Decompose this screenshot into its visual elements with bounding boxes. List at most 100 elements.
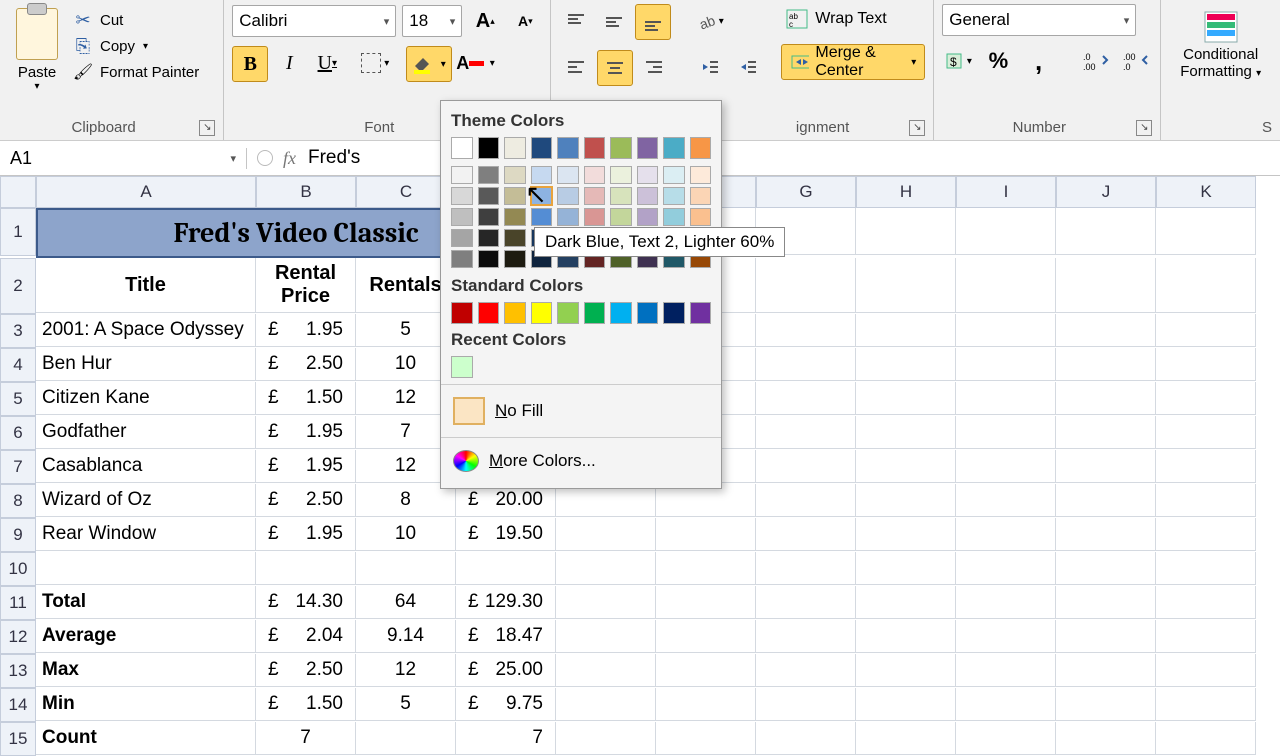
color-swatch[interactable]: [584, 302, 606, 324]
no-fill-item[interactable]: No Fill: [451, 391, 711, 431]
row-header[interactable]: 7: [0, 450, 36, 484]
accounting-button[interactable]: $▾: [942, 44, 974, 78]
color-swatch[interactable]: [610, 208, 632, 226]
color-swatch[interactable]: [504, 187, 526, 205]
merge-center-button[interactable]: Merge & Center ▾: [781, 44, 925, 80]
color-swatch[interactable]: [478, 166, 500, 184]
color-swatch[interactable]: [637, 166, 659, 184]
row-header[interactable]: 6: [0, 416, 36, 450]
color-swatch[interactable]: [531, 302, 553, 324]
color-swatch[interactable]: [478, 137, 500, 159]
color-swatch[interactable]: [584, 208, 606, 226]
color-swatch[interactable]: [504, 166, 526, 184]
col-header[interactable]: A: [36, 176, 256, 208]
color-swatch[interactable]: [610, 137, 632, 159]
row-header[interactable]: 12: [0, 620, 36, 654]
row-header[interactable]: 10: [0, 552, 36, 586]
row-header[interactable]: 13: [0, 654, 36, 688]
col-header[interactable]: B: [256, 176, 356, 208]
color-swatch[interactable]: [690, 166, 712, 184]
align-bottom-button[interactable]: [635, 4, 671, 40]
decrease-indent-button[interactable]: [693, 50, 727, 84]
color-swatch[interactable]: [663, 208, 685, 226]
color-swatch[interactable]: [451, 137, 473, 159]
col-header[interactable]: H: [856, 176, 956, 208]
color-swatch[interactable]: [451, 208, 473, 226]
border-button[interactable]: ▾: [358, 46, 392, 80]
color-swatch[interactable]: [557, 166, 579, 184]
font-name-dropdown[interactable]: Calibri ▾: [232, 5, 396, 37]
comma-button[interactable]: ,: [1023, 44, 1055, 78]
color-swatch[interactable]: [531, 166, 553, 184]
cut-button[interactable]: Cut: [72, 10, 199, 30]
italic-button[interactable]: I: [272, 46, 306, 80]
color-swatch[interactable]: [610, 302, 632, 324]
percent-button[interactable]: %: [982, 44, 1014, 78]
col-header[interactable]: G: [756, 176, 856, 208]
color-swatch[interactable]: [557, 187, 579, 205]
row-header[interactable]: 1: [0, 208, 36, 256]
color-swatch[interactable]: [557, 208, 579, 226]
number-launcher[interactable]: ↘: [1136, 120, 1152, 136]
color-swatch[interactable]: [637, 302, 659, 324]
alignment-launcher[interactable]: ↘: [909, 120, 925, 136]
clipboard-launcher[interactable]: ↘: [199, 120, 215, 136]
shrink-font-button[interactable]: [508, 4, 542, 38]
underline-button[interactable]: U▾: [310, 46, 344, 80]
format-painter-button[interactable]: Format Painter: [72, 62, 199, 82]
color-swatch[interactable]: [531, 208, 553, 226]
row-header[interactable]: 5: [0, 382, 36, 416]
row-header[interactable]: 8: [0, 484, 36, 518]
color-swatch[interactable]: [451, 302, 473, 324]
color-swatch[interactable]: [584, 137, 606, 159]
name-box[interactable]: A1 ▾: [0, 148, 247, 169]
color-swatch[interactable]: [637, 187, 659, 205]
color-swatch[interactable]: [610, 187, 632, 205]
align-middle-button[interactable]: [597, 4, 631, 38]
color-swatch[interactable]: [451, 229, 473, 247]
bold-button[interactable]: B: [232, 46, 268, 82]
cancel-icon[interactable]: [257, 150, 273, 166]
wrap-text-button[interactable]: abc Wrap Text: [781, 4, 925, 34]
col-header[interactable]: K: [1156, 176, 1256, 208]
align-top-button[interactable]: [559, 4, 593, 38]
color-swatch[interactable]: [478, 187, 500, 205]
color-swatch[interactable]: [451, 166, 473, 184]
color-swatch[interactable]: [531, 137, 553, 159]
color-swatch[interactable]: [504, 208, 526, 226]
color-swatch[interactable]: [584, 187, 606, 205]
color-swatch[interactable]: [663, 137, 685, 159]
row-header[interactable]: 4: [0, 348, 36, 382]
color-swatch[interactable]: [504, 250, 526, 268]
color-swatch[interactable]: [690, 208, 712, 226]
row-header[interactable]: 9: [0, 518, 36, 552]
color-swatch[interactable]: [504, 137, 526, 159]
align-center-button[interactable]: [597, 50, 633, 86]
color-swatch[interactable]: [637, 208, 659, 226]
color-swatch[interactable]: [690, 137, 712, 159]
col-header[interactable]: I: [956, 176, 1056, 208]
increase-decimal-button[interactable]: .0.00: [1080, 44, 1112, 78]
color-swatch[interactable]: [663, 187, 685, 205]
fill-color-button[interactable]: ▾: [406, 46, 452, 82]
color-swatch[interactable]: [690, 187, 712, 205]
row-header[interactable]: 14: [0, 688, 36, 722]
color-swatch[interactable]: [557, 137, 579, 159]
decrease-decimal-button[interactable]: .00.0: [1120, 44, 1152, 78]
copy-button[interactable]: Copy ▾: [72, 36, 199, 56]
color-swatch[interactable]: [504, 302, 526, 324]
color-swatch[interactable]: [478, 208, 500, 226]
fx-icon[interactable]: fx: [283, 148, 296, 169]
align-right-button[interactable]: [637, 50, 671, 84]
color-swatch[interactable]: [451, 250, 473, 268]
color-swatch[interactable]: [478, 250, 500, 268]
paste-button[interactable]: Paste ▾: [8, 4, 66, 92]
orientation-button[interactable]: ab▾: [693, 4, 727, 38]
color-swatch[interactable]: [451, 356, 473, 378]
color-swatch[interactable]: [557, 302, 579, 324]
row-header[interactable]: 2: [0, 258, 36, 314]
more-colors-item[interactable]: More Colors...: [451, 444, 711, 478]
align-left-button[interactable]: [559, 50, 593, 84]
color-swatch[interactable]: [690, 302, 712, 324]
col-header[interactable]: J: [1056, 176, 1156, 208]
